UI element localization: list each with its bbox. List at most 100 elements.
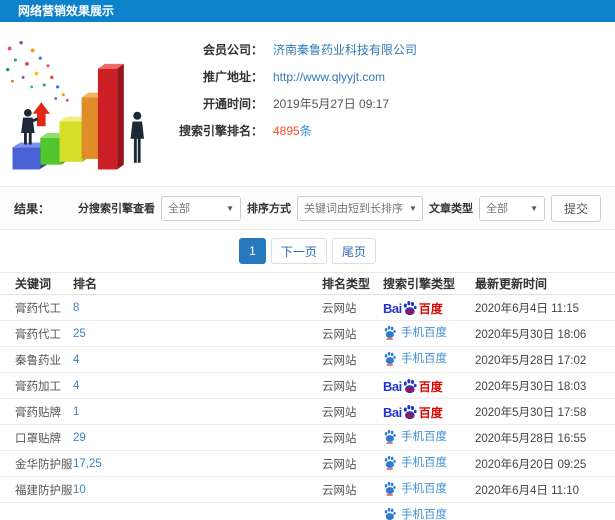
rank-cell: 29	[73, 424, 322, 451]
results-filter-bar: 结果： 分搜索引擎查看 全部 ▼ 排序方式 关键词由短到长排序 ▼ 文章类型 全…	[0, 186, 615, 230]
updated-time-cell: 2020年5月28日 16:55	[475, 424, 615, 451]
baidu-mobile-paw-icon	[383, 325, 397, 340]
baidu-mobile-badge: 手机百度	[383, 480, 447, 496]
filter-controls: 分搜索引擎查看 全部 ▼ 排序方式 关键词由短到长排序 ▼ 文章类型 全部 ▼ …	[77, 194, 601, 222]
engine-cell: Bai du 百度	[383, 372, 475, 399]
member-company-row: 会员公司： 济南秦鲁药业科技有限公司	[168, 42, 417, 57]
baidu-mobile-text: 手机百度	[401, 509, 447, 520]
member-company-link[interactable]: 济南秦鲁药业科技有限公司	[273, 41, 417, 58]
rank-link[interactable]: 4	[73, 354, 79, 366]
col-header-rank-type: 排名类型	[322, 272, 383, 295]
keyword-cell: 福建防护服	[0, 476, 73, 503]
baidu-mobile-text: 手机百度	[401, 457, 447, 470]
engine-filter-select[interactable]: 全部 ▼	[160, 195, 241, 221]
chevron-down-icon: ▼	[408, 203, 417, 213]
baidu-mobile-badge: 手机百度	[383, 454, 447, 470]
rank-type-cell: 云网站	[322, 424, 383, 451]
baidu-mobile-badge: 手机百度	[383, 324, 447, 340]
engine-filter-label: 分搜索引擎查看	[77, 203, 155, 215]
col-header-keyword: 关键词	[0, 272, 73, 295]
keyword-cell: 口罩贴牌	[0, 424, 73, 451]
marketing-report-page: 网络营销效果展示 会员公司： 济南秦鲁药业科技有限公司 推广地址： http:/…	[0, 0, 615, 520]
engine-rank-label: 搜索引擎排名：	[178, 124, 263, 138]
rank-link[interactable]: 25	[73, 328, 86, 340]
rank-cell: 4	[73, 372, 322, 399]
rank-type-cell: 云网站	[322, 346, 383, 373]
table-row: 手机百度	[0, 502, 615, 520]
keyword-cell: 金华防护服	[0, 450, 73, 477]
rank-cell: 4	[73, 346, 322, 373]
col-header-rank: 排名	[73, 272, 322, 295]
chevron-down-icon: ▼	[530, 203, 538, 213]
sort-value: 关键词由短到长排序	[303, 203, 403, 215]
last-page-button[interactable]: 尾页	[331, 238, 376, 264]
confetti-dots	[5, 41, 69, 102]
updated-time-cell: 2020年5月30日 18:03	[475, 372, 615, 399]
baidu-mobile-text: 手机百度	[401, 353, 447, 366]
engine-cell: 手机百度	[383, 346, 475, 373]
article-type-select[interactable]: 全部 ▼	[478, 195, 545, 221]
rank-link[interactable]: 17,25	[73, 458, 102, 470]
table-row: 膏药贴牌 1 云网站 Bai du 百度 2020年5月30日 17:58	[0, 398, 615, 425]
baidu-cn-text: 百度	[418, 301, 443, 316]
table-row: 膏药代工 25 云网站 手机百度 2020年5月30日 18:06	[0, 320, 615, 347]
engine-cell: 手机百度	[383, 476, 475, 503]
table-row: 秦鲁药业 4 云网站 手机百度 2020年5月28日 17:02	[0, 346, 615, 373]
baidu-mobile-paw-icon	[383, 455, 397, 470]
article-type-label: 文章类型	[428, 203, 473, 215]
engine-cell: 手机百度	[383, 502, 475, 520]
bars	[12, 63, 124, 170]
submit-button[interactable]: 提交	[550, 194, 601, 222]
baidu-logo: Bai du 百度	[383, 300, 443, 316]
baidu-paw-icon: du	[402, 378, 418, 394]
table-row: 福建防护服 10 云网站 手机百度 2020年6月4日 11:10	[0, 476, 615, 503]
baidu-mobile-text: 手机百度	[401, 483, 447, 496]
rank-link[interactable]: 10	[73, 484, 86, 496]
rank-type-cell	[322, 502, 383, 520]
page-button-1[interactable]: 1	[239, 238, 266, 264]
keyword-cell: 膏药加工	[0, 372, 73, 399]
engine-cell: Bai du 百度	[383, 398, 475, 425]
engine-cell: 手机百度	[383, 320, 475, 347]
promo-url-label: 推广地址：	[202, 70, 263, 84]
up-arrow-icon	[32, 102, 50, 127]
rank-type-cell: 云网站	[322, 450, 383, 477]
sort-select[interactable]: 关键词由短到长排序 ▼	[296, 195, 423, 221]
rank-link[interactable]: 29	[73, 432, 86, 444]
table-row: 金华防护服 17,25 云网站 手机百度 2020年6月20日 09:25	[0, 450, 615, 477]
engine-cell: Bai du 百度	[383, 294, 475, 321]
rank-link[interactable]: 1	[73, 406, 79, 418]
keyword-cell: 膏药代工	[0, 294, 73, 321]
businessman-right	[130, 111, 144, 163]
rank-link[interactable]: 4	[73, 380, 79, 392]
rank-cell: 17,25	[73, 450, 322, 477]
table-row: 口罩贴牌 29 云网站 手机百度 2020年5月28日 16:55	[0, 424, 615, 451]
rank-type-cell: 云网站	[322, 476, 383, 503]
baidu-mobile-paw-icon	[383, 507, 397, 520]
baidu-mobile-badge: 手机百度	[383, 506, 447, 520]
promo-url-link[interactable]: http://www.qlyyjt.com	[273, 70, 385, 84]
member-company-label: 会员公司：	[202, 43, 263, 57]
baidu-paw-icon: du	[402, 404, 418, 420]
engine-rank-unit: 条	[299, 124, 312, 138]
sort-label: 排序方式	[246, 203, 291, 215]
rank-cell: 8	[73, 294, 322, 321]
next-page-button[interactable]: 下一页	[270, 238, 327, 264]
baidu-du-text: du	[405, 308, 415, 316]
updated-time-cell	[475, 502, 615, 520]
rank-link[interactable]: 8	[73, 302, 79, 314]
rank-cell: 10	[73, 476, 322, 503]
chevron-down-icon: ▼	[226, 203, 234, 213]
keyword-cell: 秦鲁药业	[0, 346, 73, 373]
open-time-label: 开通时间：	[202, 97, 263, 111]
baidu-cn-text: 百度	[418, 379, 443, 394]
open-time-value: 2019年5月27日 09:17	[273, 97, 390, 111]
baidu-paw-icon: du	[402, 300, 418, 316]
engine-rank-count: 4895条	[273, 122, 312, 139]
promo-url-row: 推广地址： http://www.qlyyjt.com	[168, 69, 417, 85]
window-titlebar: 网络营销效果展示	[0, 0, 615, 22]
rank-type-cell: 云网站	[322, 320, 383, 347]
col-header-updated: 最新更新时间	[475, 272, 615, 295]
rank-type-cell: 云网站	[322, 398, 383, 425]
baidu-mobile-text: 手机百度	[401, 327, 447, 340]
